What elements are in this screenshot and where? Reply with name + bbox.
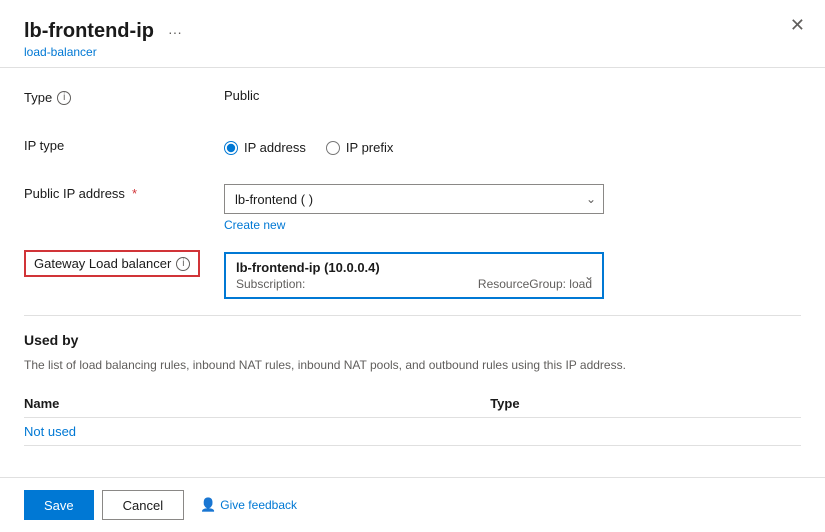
panel-body: Type i Public IP type IP address (0, 68, 825, 477)
used-by-description: The list of load balancing rules, inboun… (24, 356, 801, 374)
used-by-table: Name Type Not used (24, 390, 801, 446)
used-by-table-body: Not used (24, 418, 801, 446)
ip-prefix-radio[interactable] (326, 141, 340, 155)
panel-subtitle: load-balancer (24, 45, 801, 59)
gateway-control: lb-frontend-ip (10.0.0.4) Subscription: … (224, 248, 801, 299)
public-ip-dropdown[interactable]: lb-frontend ( ) (224, 184, 604, 214)
close-button[interactable]: ✕ (790, 16, 805, 34)
type-info-icon[interactable]: i (57, 91, 71, 105)
gateway-label-container: Gateway Load balancer i (24, 248, 224, 277)
col-type-header: Type (490, 390, 801, 418)
gateway-label: Gateway Load balancer (34, 256, 171, 271)
col-name-header: Name (24, 390, 490, 418)
gateway-label-box: Gateway Load balancer i (24, 250, 200, 277)
gateway-selected-name: lb-frontend-ip (10.0.0.4) (236, 260, 592, 275)
gateway-row: Gateway Load balancer i lb-frontend-ip (… (24, 248, 801, 299)
give-feedback-link[interactable]: 👤 Give feedback (200, 497, 297, 513)
panel: lb-frontend-ip ··· load-balancer ✕ Type … (0, 0, 825, 532)
type-row: Type i Public (24, 84, 801, 116)
required-indicator: * (132, 186, 137, 201)
table-row: Not used (24, 418, 801, 446)
gateway-subscription-row: Subscription: ResourceGroup: load (236, 277, 592, 291)
type-value: Public (224, 84, 801, 103)
table-cell-name: Not used (24, 418, 490, 446)
public-ip-control: lb-frontend ( ) ⌄ Create new (224, 180, 801, 232)
feedback-icon: 👤 (200, 497, 216, 513)
public-ip-row: Public IP address * lb-frontend ( ) ⌄ Cr… (24, 180, 801, 232)
ip-type-control: IP address IP prefix (224, 132, 801, 155)
ip-type-radio-group: IP address IP prefix (224, 136, 801, 155)
gateway-dropdown[interactable]: lb-frontend-ip (10.0.0.4) Subscription: … (224, 252, 604, 299)
ip-type-row: IP type IP address IP prefix (24, 132, 801, 164)
gateway-info-icon[interactable]: i (176, 257, 190, 271)
used-by-title: Used by (24, 332, 801, 348)
cancel-button[interactable]: Cancel (102, 490, 184, 520)
gateway-dropdown-arrow: ⌄ (584, 269, 594, 283)
panel-title: lb-frontend-ip (24, 20, 154, 43)
used-by-section: Used by The list of load balancing rules… (24, 332, 801, 446)
type-label: Type i (24, 84, 224, 105)
gateway-dropdown-inner: lb-frontend-ip (10.0.0.4) Subscription: … (226, 254, 602, 297)
create-new-link[interactable]: Create new (224, 218, 801, 232)
gateway-resource-group: ResourceGroup: load (478, 277, 592, 291)
save-button[interactable]: Save (24, 490, 94, 520)
ip-address-label: IP address (244, 140, 306, 155)
ip-address-option[interactable]: IP address (224, 140, 306, 155)
ip-prefix-label: IP prefix (346, 140, 393, 155)
panel-footer: Save Cancel 👤 Give feedback (0, 477, 825, 532)
ip-prefix-option[interactable]: IP prefix (326, 140, 393, 155)
public-ip-dropdown-container: lb-frontend ( ) ⌄ (224, 184, 604, 214)
feedback-label: Give feedback (220, 498, 297, 512)
ip-address-radio[interactable] (224, 141, 238, 155)
table-cell-type (490, 418, 801, 446)
public-ip-label: Public IP address * (24, 180, 224, 201)
section-divider (24, 315, 801, 316)
gateway-subscription-label: Subscription: (236, 277, 305, 291)
more-options-icon[interactable]: ··· (168, 24, 182, 40)
panel-header: lb-frontend-ip ··· load-balancer ✕ (0, 0, 825, 68)
table-header-row: Name Type (24, 390, 801, 418)
ip-type-label: IP type (24, 132, 224, 153)
